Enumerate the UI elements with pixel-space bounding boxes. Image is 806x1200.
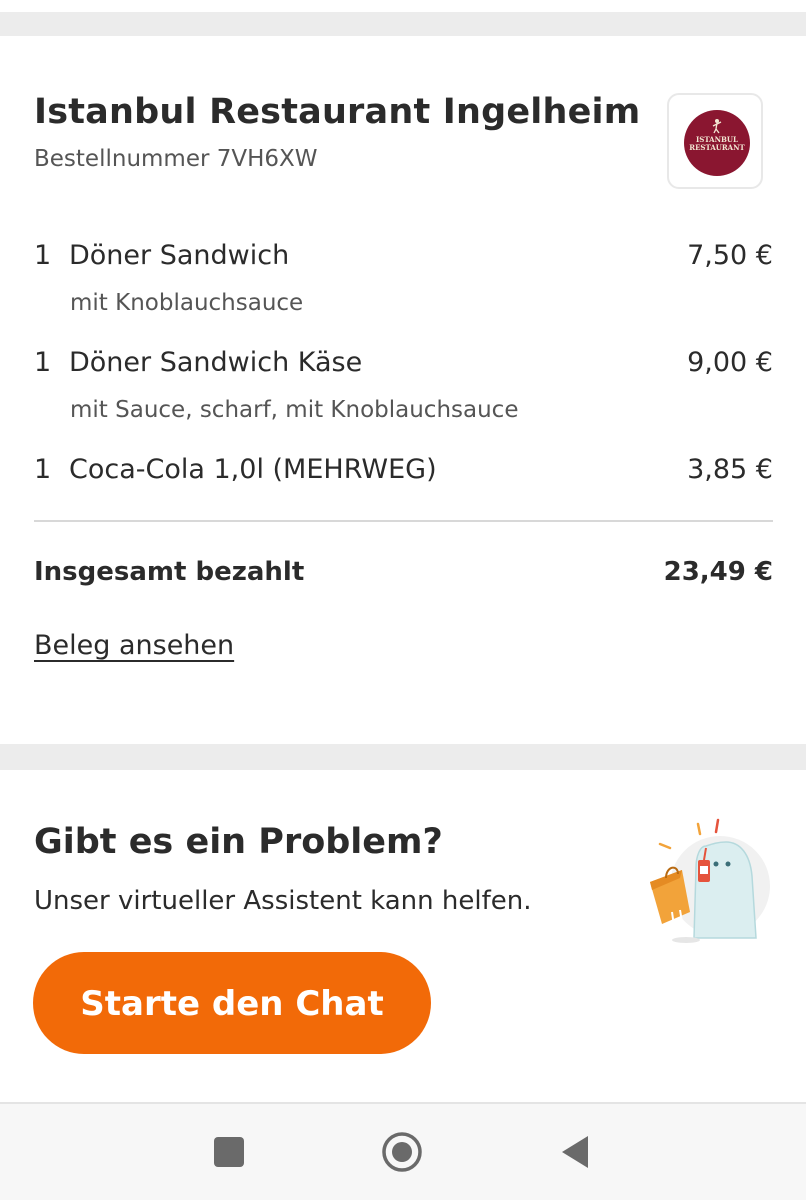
back-triangle-icon[interactable] [554, 1130, 598, 1174]
restaurant-logo: ISTANBUL RESTAURANT [667, 93, 763, 189]
top-section-gap [0, 0, 806, 36]
recents-square-icon[interactable] [207, 1130, 251, 1174]
order-number: Bestellnummer 7VH6XW [34, 146, 318, 172]
order-item: 1 Döner Sandwich Käse 9,00 € [34, 347, 773, 387]
start-chat-button[interactable]: Starte den Chat [33, 952, 431, 1054]
item-note: mit Knoblauchsauce [70, 290, 304, 316]
item-quantity: 1 [34, 347, 52, 378]
android-navigation-bar [0, 1102, 806, 1200]
help-title: Gibt es ein Problem? [34, 822, 443, 862]
item-price: 9,00 € [687, 347, 773, 378]
item-price: 7,50 € [687, 240, 773, 271]
help-card: Gibt es ein Problem? Unser virtueller As… [0, 770, 806, 1102]
item-price: 3,85 € [687, 454, 773, 485]
total-label: Insgesamt bezahlt [34, 557, 305, 587]
section-gap [0, 744, 806, 770]
order-details-screen: Istanbul Restaurant Ingelheim Bestellnum… [0, 0, 806, 1200]
home-circle-icon[interactable] [380, 1130, 424, 1174]
restaurant-name: Istanbul Restaurant Ingelheim [34, 92, 641, 132]
item-name: Döner Sandwich [69, 240, 290, 271]
order-item: 1 Coca-Cola 1,0l (MEHRWEG) 3,85 € [34, 454, 773, 494]
item-quantity: 1 [34, 240, 52, 271]
item-note: mit Sauce, scharf, mit Knoblauchsauce [70, 397, 519, 423]
logo-badge: ISTANBUL RESTAURANT [684, 110, 750, 176]
item-name: Döner Sandwich Käse [69, 347, 363, 378]
total-value: 23,49 € [663, 557, 773, 587]
total-divider [34, 520, 773, 522]
item-name: Coca-Cola 1,0l (MEHRWEG) [69, 454, 437, 485]
order-summary-card: Istanbul Restaurant Ingelheim Bestellnum… [0, 36, 806, 744]
order-item: 1 Döner Sandwich 7,50 € [34, 240, 773, 280]
dancer-icon [712, 119, 722, 134]
item-quantity: 1 [34, 454, 52, 485]
assistant-illustration-icon [650, 818, 770, 943]
view-receipt-link[interactable]: Beleg ansehen [34, 630, 234, 661]
logo-wordmark: ISTANBUL RESTAURANT [689, 135, 745, 152]
help-subtitle: Unser virtueller Assistent kann helfen. [34, 886, 532, 916]
